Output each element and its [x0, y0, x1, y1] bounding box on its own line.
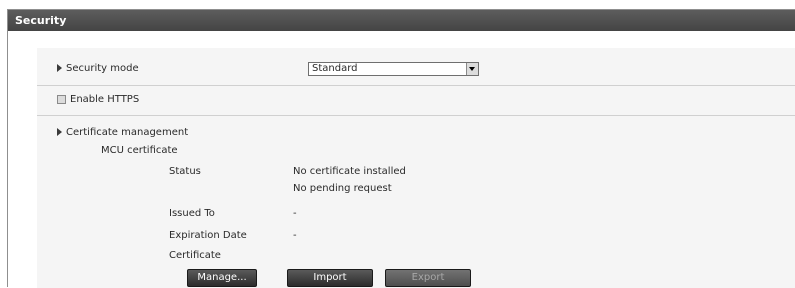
issued-to-value: -	[293, 208, 297, 219]
issued-to-label: Issued To	[169, 208, 215, 219]
certificate-label: Certificate	[169, 250, 221, 261]
security-mode-label: Security mode	[66, 63, 139, 74]
security-mode-select[interactable]: Standard	[308, 62, 479, 76]
status-label: Status	[169, 166, 201, 177]
mcu-certificate-heading: MCU certificate	[101, 145, 178, 156]
chevron-down-icon[interactable]	[466, 63, 478, 75]
security-settings-content: Security mode Standard Enable HTTPS Cert…	[37, 48, 795, 288]
manage-button[interactable]: Manage...	[187, 269, 257, 287]
chevron-right-icon	[57, 128, 62, 136]
panel-title: Security	[8, 10, 795, 31]
export-button: Export	[385, 269, 471, 287]
security-mode-selected-value: Standard	[312, 63, 358, 74]
certificate-management-label: Certificate management	[66, 127, 189, 138]
expiration-date-value: -	[293, 230, 297, 241]
enable-https-checkbox[interactable]	[57, 94, 66, 104]
security-panel: Security Security mode Standard Enable H…	[7, 9, 795, 288]
divider	[37, 85, 795, 86]
enable-https-label: Enable HTTPS	[70, 94, 140, 105]
expiration-date-label: Expiration Date	[169, 230, 247, 241]
status-value-certificate: No certificate installed	[293, 166, 406, 177]
status-value-request: No pending request	[293, 183, 392, 194]
security-mode-row: Security mode	[57, 63, 139, 74]
enable-https-row[interactable]: Enable HTTPS	[57, 94, 139, 105]
divider	[37, 115, 795, 116]
import-button[interactable]: Import	[287, 269, 373, 287]
chevron-right-icon	[57, 64, 62, 72]
certificate-management-row[interactable]: Certificate management	[57, 127, 188, 138]
